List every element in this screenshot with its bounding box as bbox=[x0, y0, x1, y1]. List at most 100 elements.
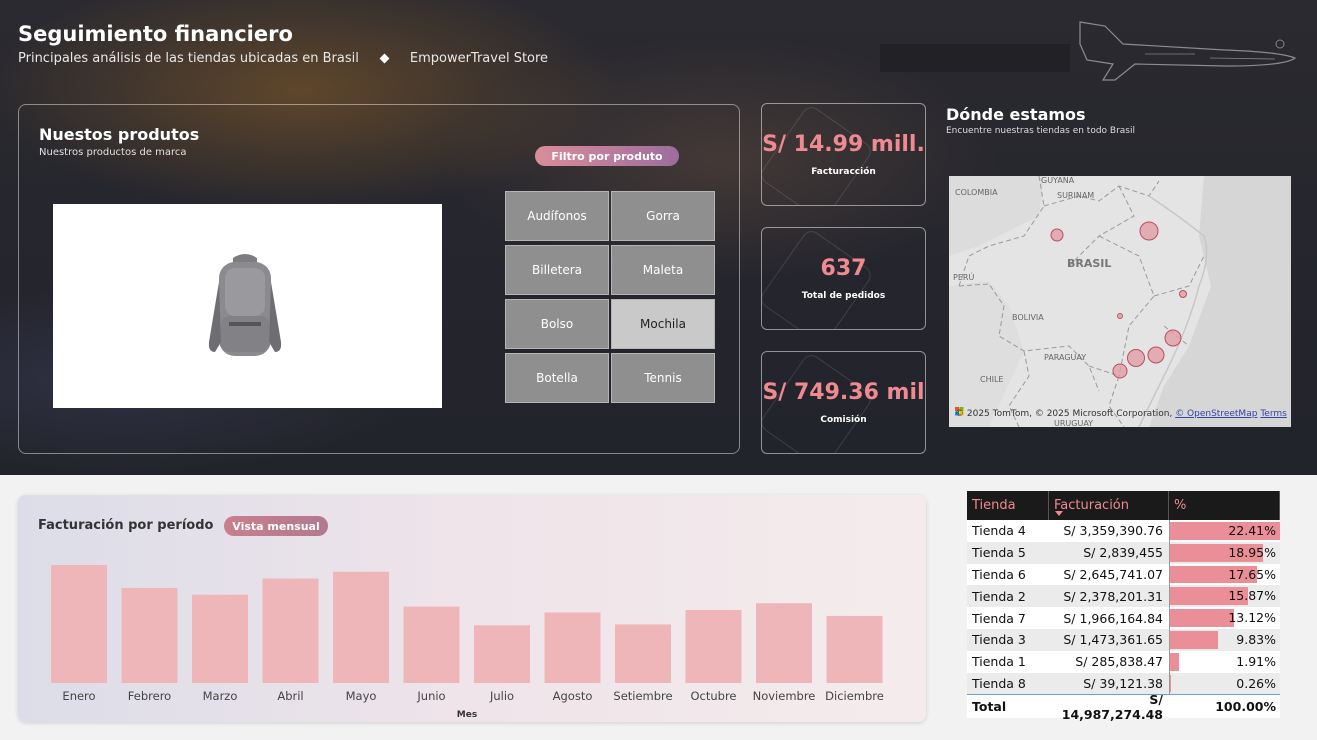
billing-cell: S/ 39,121.38 bbox=[1083, 675, 1163, 691]
table-row[interactable]: Tienda 7 S/ 1,966,164.84 13.12% bbox=[967, 607, 1280, 629]
store-name-cell: Tienda 2 bbox=[972, 588, 1026, 604]
product-button-maleta[interactable]: Maleta bbox=[611, 245, 715, 295]
x-tick-label: Agosto bbox=[553, 689, 593, 703]
store-name-cell: Tienda 1 bbox=[972, 654, 1026, 670]
store-marker[interactable] bbox=[1179, 290, 1187, 298]
billing-cell: S/ 1,473,361.65 bbox=[1063, 632, 1163, 648]
page-title: Seguimiento financiero bbox=[18, 22, 293, 46]
store-name-cell: Tienda 4 bbox=[972, 523, 1026, 539]
table-row[interactable]: Tienda 3 S/ 1,473,361.65 9.83% bbox=[967, 628, 1280, 651]
store-marker[interactable] bbox=[1050, 228, 1064, 242]
x-tick-label: Octubre bbox=[690, 689, 736, 703]
table-total-row: Total S/ 14,987,274.48 100.00% bbox=[967, 692, 1280, 722]
map-label-peru: PERÚ bbox=[953, 271, 974, 282]
percent-bar bbox=[1170, 630, 1219, 649]
product-filter-grid: Audífonos Gorra Billetera Maleta Bolso M… bbox=[505, 191, 715, 403]
column-header-store[interactable]: Tienda bbox=[967, 491, 1049, 520]
airplane-icon bbox=[1079, 21, 1297, 81]
kpi-label: Facturacción bbox=[811, 167, 876, 177]
percent-value: 22.41% bbox=[1228, 523, 1276, 538]
stores-map[interactable]: COLOMBIA GUYANA SURINAM BRASIL PERÚ BOLI… bbox=[949, 176, 1291, 427]
sort-desc-icon bbox=[1055, 511, 1063, 516]
store-name-cell: Tienda 3 bbox=[972, 632, 1026, 648]
percent-bar bbox=[1170, 609, 1235, 627]
product-button-gorra[interactable]: Gorra bbox=[611, 191, 715, 241]
x-tick-label: Noviembre bbox=[753, 689, 816, 703]
map-label-brasil: BRASIL bbox=[1067, 257, 1111, 270]
hero-decoration bbox=[880, 44, 1070, 72]
store-billing-table: Tienda Facturación % Tienda 4 S/ 3,359,39… bbox=[967, 491, 1280, 722]
store-marker[interactable] bbox=[1112, 363, 1128, 379]
product-button-botella[interactable]: Botella bbox=[505, 353, 609, 403]
map-label-paraguay: PARAGUAY bbox=[1044, 353, 1086, 362]
map-attribution: © 2025 TomTom, © 2025 Microsoft Corporat… bbox=[955, 409, 1287, 419]
percent-cell: 0.26% bbox=[1169, 672, 1280, 695]
bar-julio[interactable] bbox=[474, 625, 530, 683]
subtitle-text: Principales análisis de las tiendas ubic… bbox=[18, 51, 359, 66]
kpi-card-orders: 637 Total de pedidos bbox=[761, 227, 926, 330]
column-header-percent[interactable]: % bbox=[1169, 491, 1280, 520]
percent-cell: 1.91% bbox=[1169, 650, 1280, 673]
page-subtitle: Principales análisis de las tiendas ubic… bbox=[18, 51, 548, 66]
kpi-card-commission: S/ 749.36 mil Comisión bbox=[761, 351, 926, 454]
bar-noviembre[interactable] bbox=[756, 603, 812, 683]
bar-marzo[interactable] bbox=[192, 594, 248, 683]
openstreetmap-link[interactable]: © OpenStreetMap bbox=[1175, 409, 1257, 419]
store-name: EmpowerTravel Store bbox=[409, 51, 549, 66]
table-row[interactable]: Tienda 6 S/ 2,645,741.07 17.65% bbox=[967, 563, 1280, 586]
map-canvas: COLOMBIA GUYANA SURINAM BRASIL PERÚ BOLI… bbox=[949, 176, 1291, 427]
table-row[interactable]: Tienda 5 S/ 2,839,455 18.95% bbox=[967, 541, 1280, 564]
percent-cell: 18.95% bbox=[1169, 541, 1280, 564]
kpi-label: Comisión bbox=[820, 415, 867, 425]
percent-cell: 9.83% bbox=[1169, 628, 1280, 651]
bar-mayo[interactable] bbox=[333, 571, 389, 683]
percent-cell: 13.12% bbox=[1169, 607, 1280, 629]
map-title: Dónde estamos bbox=[946, 105, 1086, 124]
table-row[interactable]: Tienda 4 S/ 3,359,390.76 22.41% bbox=[967, 520, 1280, 542]
product-button-bolso[interactable]: Bolso bbox=[505, 299, 609, 349]
store-marker[interactable] bbox=[1139, 221, 1159, 241]
bar-abril[interactable] bbox=[262, 578, 319, 683]
billing-cell: S/ 2,378,201.31 bbox=[1063, 588, 1163, 604]
total-billing: S/ 14,987,274.48 bbox=[1061, 691, 1163, 722]
store-marker[interactable] bbox=[1164, 329, 1182, 347]
x-tick-label: Diciembre bbox=[825, 689, 884, 703]
store-name-cell: Tienda 6 bbox=[972, 566, 1026, 582]
percent-value: 15.87% bbox=[1228, 588, 1276, 604]
product-button-tennis[interactable]: Tennis bbox=[611, 353, 715, 403]
billing-cell: S/ 1,966,164.84 bbox=[1063, 610, 1163, 626]
product-button-audifonos[interactable]: Audífonos bbox=[505, 191, 609, 241]
map-terms-link[interactable]: Terms bbox=[1260, 409, 1287, 419]
backpack-icon bbox=[208, 254, 282, 356]
map-label-surinam: SURINAM bbox=[1057, 191, 1094, 200]
percent-bar bbox=[1170, 652, 1180, 671]
bar-enero[interactable] bbox=[51, 565, 107, 683]
store-marker[interactable] bbox=[1127, 349, 1145, 367]
product-button-billetera[interactable]: Billetera bbox=[505, 245, 609, 295]
map-label-guyana: GUYANA bbox=[1041, 176, 1075, 185]
hero-panel: Seguimiento financiero Principales análi… bbox=[0, 0, 1317, 475]
store-name-cell: Tienda 8 bbox=[972, 675, 1026, 691]
table-row[interactable]: Tienda 1 S/ 285,838.47 1.91% bbox=[967, 650, 1280, 673]
total-percent: 100.00% bbox=[1215, 699, 1276, 715]
x-tick-label: Setiembre bbox=[613, 689, 672, 703]
bar-agosto[interactable] bbox=[544, 612, 601, 683]
column-header-billing[interactable]: Facturación bbox=[1049, 491, 1169, 520]
bar-febrero[interactable] bbox=[121, 587, 178, 683]
product-image bbox=[53, 204, 442, 408]
bar-junio[interactable] bbox=[403, 606, 460, 683]
bar-octubre[interactable] bbox=[685, 609, 742, 683]
kpi-value: S/ 749.36 mil bbox=[762, 380, 925, 405]
products-card: Nuestos produtos Nuestros productos de m… bbox=[18, 104, 740, 454]
bar-diciembre[interactable] bbox=[826, 615, 883, 683]
bar-setiembre[interactable] bbox=[615, 624, 671, 683]
percent-value: 18.95% bbox=[1228, 544, 1276, 560]
percent-cell: 22.41% bbox=[1169, 520, 1280, 542]
kpi-label: Total de pedidos bbox=[801, 291, 886, 301]
store-marker[interactable] bbox=[1117, 313, 1123, 319]
store-marker[interactable] bbox=[1147, 346, 1165, 364]
table-row[interactable]: Tienda 2 S/ 2,378,201.31 15.87% bbox=[967, 585, 1280, 608]
billing-cell: S/ 2,839,455 bbox=[1083, 545, 1163, 561]
map-label-bolivia: BOLIVIA bbox=[1012, 313, 1044, 322]
product-button-mochila[interactable]: Mochila bbox=[611, 299, 715, 349]
